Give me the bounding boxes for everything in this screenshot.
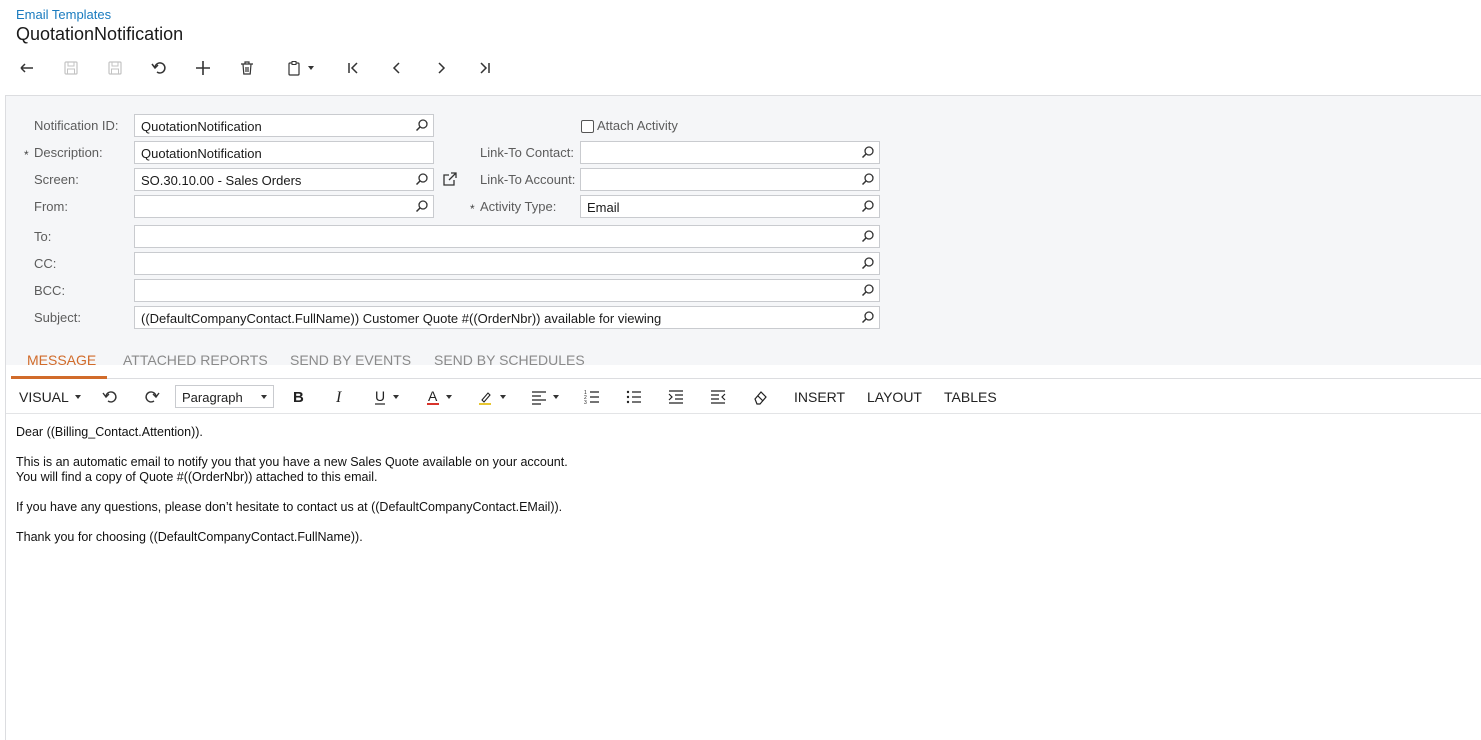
chevron-down-icon [500, 394, 506, 399]
search-icon[interactable] [415, 118, 429, 132]
active-tab-indicator [11, 376, 107, 379]
link-to-contact-label: Link-To Contact: [480, 145, 574, 160]
page-title: QuotationNotification [16, 24, 184, 44]
description-field[interactable]: QuotationNotification [134, 141, 434, 164]
from-label: From: [34, 199, 68, 214]
message-line: If you have any questions, please don’t … [16, 500, 563, 514]
breadcrumb[interactable]: Email Templates [16, 7, 111, 22]
align-icon[interactable] [531, 380, 559, 413]
required-mark: * [24, 148, 29, 162]
clear-formatting-icon[interactable] [752, 380, 768, 413]
subject-field[interactable]: ((DefaultCompanyContact.FullName)) Custo… [134, 306, 880, 329]
chevron-down-icon [261, 395, 267, 399]
svg-text:B: B [293, 389, 304, 405]
to-label: To: [34, 229, 52, 244]
svg-text:I: I [335, 389, 342, 405]
link-to-contact-field[interactable] [580, 141, 880, 164]
add-icon[interactable] [187, 56, 219, 80]
tab-message[interactable]: MESSAGE [27, 352, 96, 368]
link-to-account-label: Link-To Account: [480, 172, 576, 187]
insert-menu[interactable]: INSERT [794, 380, 845, 413]
cc-label: CC: [34, 256, 57, 271]
tables-menu[interactable]: TABLES [944, 380, 997, 413]
chevron-down-icon [553, 394, 559, 399]
message-line: Thank you for choosing ((DefaultCompanyC… [16, 530, 363, 544]
first-icon[interactable] [337, 56, 369, 80]
required-mark: * [470, 202, 475, 216]
message-line: Dear ((Billing_Contact.Attention)). [16, 425, 203, 439]
to-field[interactable] [134, 225, 880, 248]
save-icon[interactable] [99, 56, 131, 80]
search-icon[interactable] [861, 283, 875, 297]
cc-field[interactable] [134, 252, 880, 275]
subject-label: Subject: [34, 310, 81, 325]
last-icon[interactable] [469, 56, 501, 80]
tab-send-by-schedules[interactable]: SEND BY SCHEDULES [434, 352, 585, 368]
editor-toolbar: VISUAL Paragraph B I U A 123 INSERT LAYO… [6, 380, 1481, 414]
chevron-down-icon [74, 394, 81, 399]
delete-icon[interactable] [231, 56, 263, 80]
search-icon[interactable] [415, 172, 429, 186]
activity-type-label: Activity Type: [480, 199, 557, 214]
notification-id-field[interactable]: QuotationNotification [134, 114, 434, 137]
link-to-account-field[interactable] [580, 168, 880, 191]
message-panel [5, 365, 1481, 740]
tab-attached-reports[interactable]: ATTACHED REPORTS [123, 352, 268, 368]
chevron-down-icon [446, 394, 452, 399]
ordered-list-icon[interactable]: 123 [584, 380, 600, 413]
undo-icon[interactable] [143, 56, 175, 80]
search-icon[interactable] [861, 310, 875, 324]
indent-icon[interactable] [668, 380, 684, 413]
tab-send-by-events[interactable]: SEND BY EVENTS [290, 352, 411, 368]
outdent-icon[interactable] [710, 380, 726, 413]
layout-menu[interactable]: LAYOUT [867, 380, 922, 413]
search-icon[interactable] [861, 199, 875, 213]
editor-undo-icon[interactable] [101, 380, 119, 413]
copy-paste-icon[interactable] [278, 56, 322, 80]
notification-id-label: Notification ID: [34, 118, 119, 133]
screen-field[interactable]: SO.30.10.00 - Sales Orders [134, 168, 434, 191]
search-icon[interactable] [861, 145, 875, 159]
svg-text:A: A [428, 389, 438, 404]
highlight-icon[interactable] [478, 380, 506, 413]
search-icon[interactable] [861, 229, 875, 243]
screen-label: Screen: [34, 172, 79, 187]
search-icon[interactable] [861, 172, 875, 186]
previous-icon[interactable] [381, 56, 413, 80]
external-link-icon[interactable] [442, 171, 458, 187]
message-line: This is an automatic email to notify you… [16, 455, 568, 469]
visual-mode-dropdown[interactable]: VISUAL [19, 380, 81, 413]
next-icon[interactable] [425, 56, 457, 80]
tab-bar: MESSAGE ATTACHED REPORTS SEND BY EVENTS … [11, 343, 1481, 379]
editor-redo-icon[interactable] [143, 380, 161, 413]
chevron-down-icon [308, 66, 314, 70]
back-icon[interactable] [11, 56, 43, 80]
description-label: Description: [34, 145, 103, 160]
svg-text:U: U [375, 389, 385, 404]
message-line: You will find a copy of Quote #((OrderNb… [16, 470, 378, 484]
attach-activity-label[interactable]: Attach Activity [597, 118, 678, 133]
from-field[interactable] [134, 195, 434, 218]
paragraph-style-select[interactable]: Paragraph [175, 385, 274, 408]
chevron-down-icon [393, 394, 399, 399]
bullet-list-icon[interactable] [626, 380, 642, 413]
search-icon[interactable] [415, 199, 429, 213]
svg-text:3: 3 [584, 400, 587, 405]
search-icon[interactable] [861, 256, 875, 270]
attach-activity-checkbox[interactable] [581, 120, 594, 133]
bcc-label: BCC: [34, 283, 66, 298]
message-body[interactable]: Dear ((Billing_Contact.Attention)). This… [16, 425, 568, 545]
font-color-icon[interactable]: A [426, 380, 452, 413]
save-close-icon[interactable] [55, 56, 87, 80]
italic-icon[interactable]: I [333, 380, 347, 413]
activity-type-field[interactable]: Email [580, 195, 880, 218]
bcc-field[interactable] [134, 279, 880, 302]
bold-icon[interactable]: B [291, 380, 305, 413]
underline-icon[interactable]: U [373, 380, 399, 413]
